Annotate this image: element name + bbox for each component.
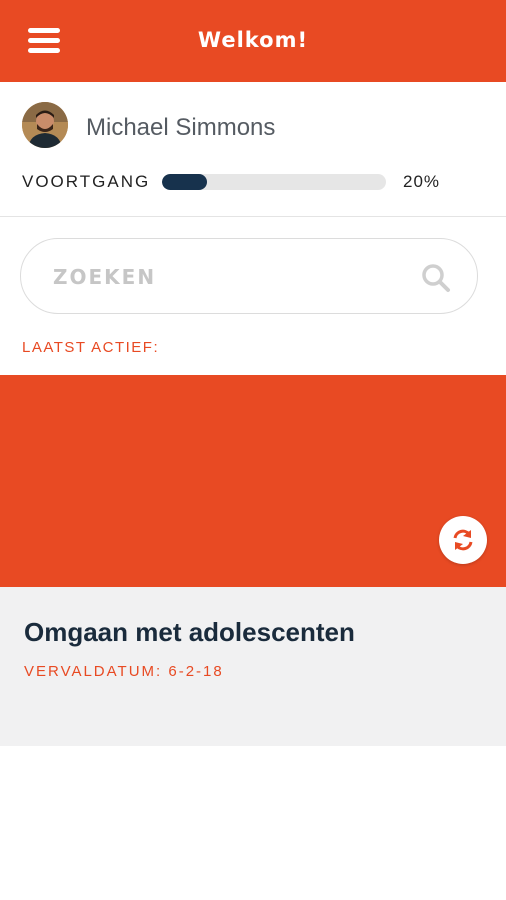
progress-bar [162, 174, 386, 190]
avatar[interactable] [22, 102, 68, 148]
app-header: Welkom! [0, 0, 506, 82]
refresh-icon [453, 529, 473, 551]
recent-label: LAATST ACTIEF: [22, 339, 160, 356]
course-banner [0, 375, 506, 587]
course-info: Omgaan met adolescenten VERVALDATUM: 6-2… [0, 587, 506, 746]
search-icon[interactable] [421, 263, 451, 293]
progress-label: VOORTGANG [22, 172, 151, 191]
user-avatar-icon [22, 102, 68, 148]
course-due-date: VERVALDATUM: 6-2-18 [24, 663, 224, 680]
sync-button[interactable] [439, 516, 487, 564]
user-name: Michael Simmons [86, 114, 276, 141]
profile-section: Michael Simmons VOORTGANG 20% [0, 82, 506, 217]
course-title: Omgaan met adolescenten [24, 617, 355, 647]
progress-percent: 20% [403, 172, 441, 191]
search-box [20, 238, 478, 314]
course-card[interactable]: Omgaan met adolescenten VERVALDATUM: 6-2… [0, 375, 506, 746]
progress-bar-fill [162, 174, 207, 190]
page-title: Welkom! [197, 28, 309, 52]
search-input[interactable] [51, 257, 415, 297]
